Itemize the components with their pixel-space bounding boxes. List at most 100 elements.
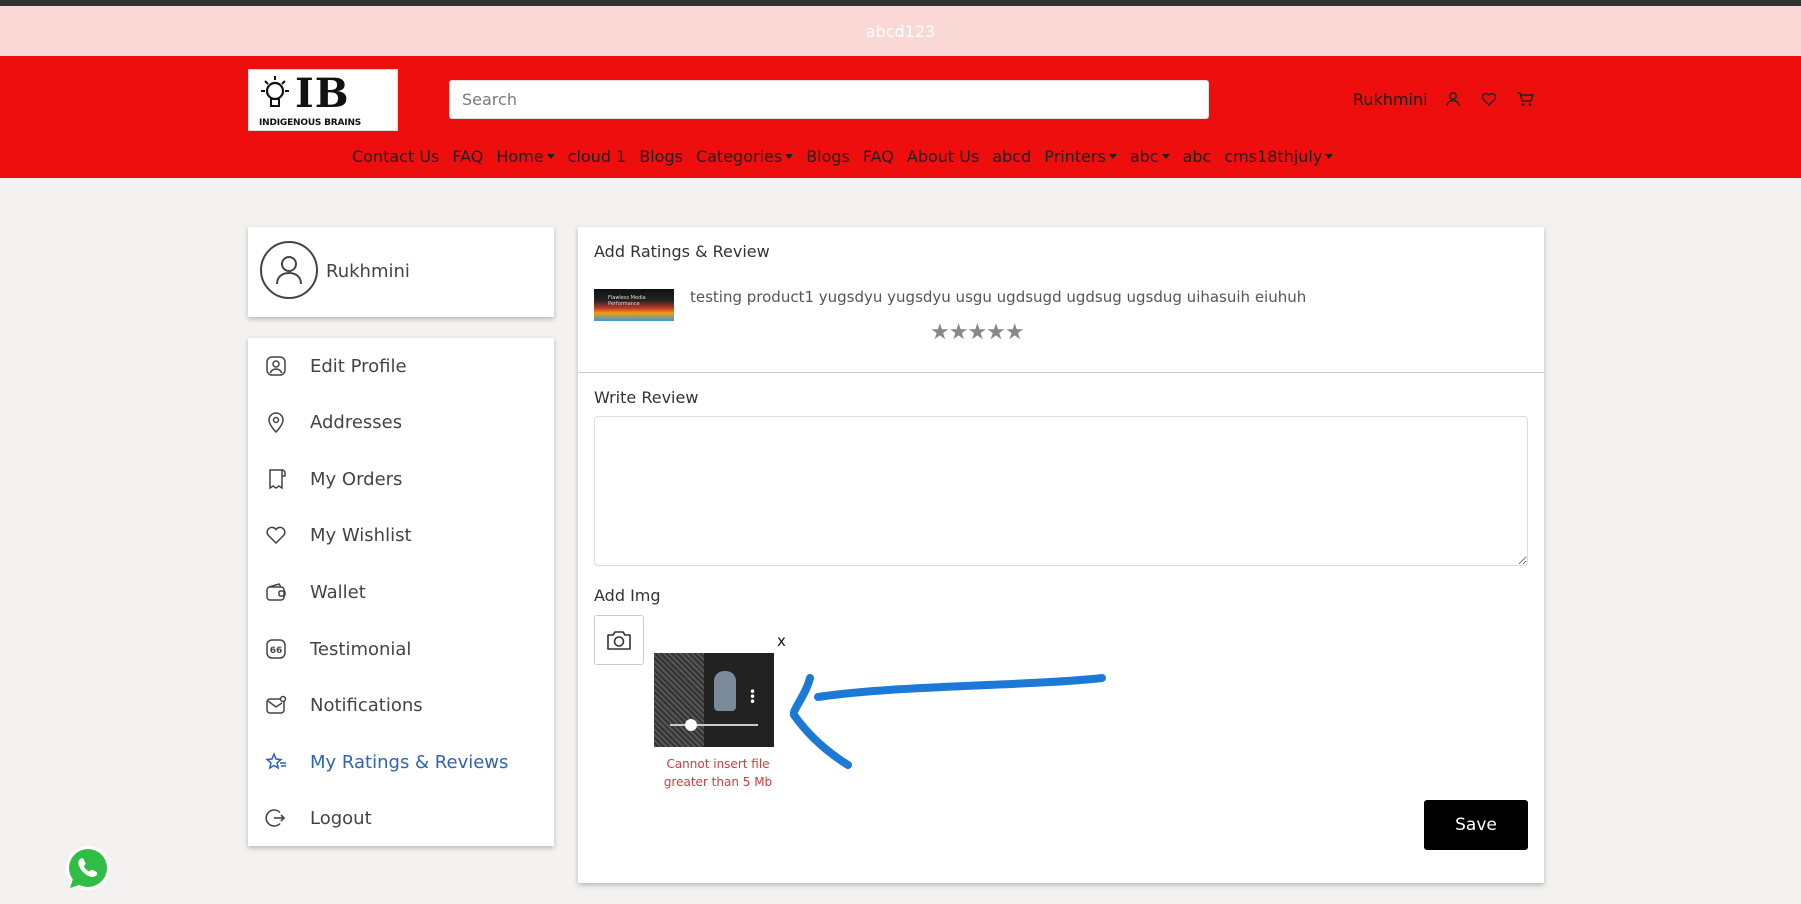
menu-item-my-orders[interactable]: My Orders — [264, 459, 544, 499]
nav-label: Categories — [695, 147, 783, 166]
nav-item-home[interactable]: Home — [496, 147, 555, 166]
nav-label: About Us — [906, 147, 980, 166]
logo-mark: IB — [295, 70, 350, 117]
menu-item-notifications[interactable]: Notifications — [264, 685, 544, 725]
nav-label: abc — [1129, 147, 1159, 166]
nav-item-about-us[interactable]: About Us — [907, 147, 979, 166]
user-icon — [264, 354, 288, 378]
nav-item-blogs[interactable]: Blogs — [806, 147, 850, 166]
write-review-label: Write Review — [594, 388, 699, 407]
mail-icon — [264, 693, 288, 717]
main-nav: Contact Us FAQ Home cloud 1 Blogs Categories B… — [352, 147, 1346, 166]
product-thumbnail: Flawless Media Performance — [594, 289, 674, 321]
preview-slider-knob — [685, 719, 697, 731]
nav-label: cloud 1 — [567, 147, 627, 166]
nav-label: Home — [496, 147, 544, 166]
nav-label: cms18thjuly — [1224, 147, 1323, 166]
avatar — [260, 241, 318, 299]
save-button[interactable]: Save — [1424, 800, 1528, 850]
preview-texture — [654, 653, 704, 747]
receipt-icon — [264, 467, 288, 491]
nav-item-cms18thjuly[interactable]: cms18thjuly — [1224, 147, 1334, 166]
logo-subtitle: INDIGENOUS BRAINS — [259, 118, 362, 128]
menu-label: Testimonial — [310, 638, 412, 660]
user-area: Rukhmini — [1353, 88, 1536, 110]
caret-down-icon — [1108, 154, 1117, 159]
whatsapp-icon[interactable] — [60, 842, 116, 898]
logout-icon — [264, 806, 288, 830]
menu-label: Edit Profile — [310, 355, 407, 377]
nav-item-faq[interactable]: FAQ — [452, 147, 483, 166]
review-textarea[interactable] — [594, 416, 1528, 566]
nav-item-printers[interactable]: Printers — [1044, 147, 1117, 166]
menu-label: Addresses — [310, 411, 403, 433]
menu-label: My Ratings & Reviews — [310, 751, 509, 773]
menu-item-my-wishlist[interactable]: My Wishlist — [264, 515, 544, 555]
menu-item-my-ratings-reviews[interactable]: My Ratings & Reviews — [264, 742, 544, 782]
promo-text: abcd123 — [865, 21, 936, 41]
menu-item-edit-profile[interactable]: Edit Profile — [264, 346, 544, 386]
remove-image-button[interactable]: x — [777, 632, 786, 650]
caret-down-icon — [1161, 154, 1170, 159]
menu-label: My Orders — [310, 468, 403, 490]
nav-label: abcd — [992, 147, 1032, 166]
location-icon — [264, 410, 288, 434]
lightbulb-icon — [261, 76, 289, 107]
wishlist-heart-icon[interactable] — [1478, 88, 1500, 110]
nav-item-blogs[interactable]: Blogs — [639, 147, 683, 166]
preview-figure — [714, 671, 736, 711]
menu-item-wallet[interactable]: Wallet — [264, 572, 544, 612]
product-thumb-text: Flawless Media Performance — [608, 295, 646, 307]
nav-label: Blogs — [806, 147, 850, 166]
promo-bar: abcd123 — [0, 6, 1801, 56]
add-image-button[interactable] — [594, 615, 644, 665]
account-menu: Edit Profile Addresses My Orders My Wish… — [248, 338, 554, 846]
preview-slider — [670, 724, 758, 726]
caret-down-icon — [1325, 154, 1334, 159]
product-name: testing product1 yugsdyu yugsdyu usgu ug… — [690, 288, 1307, 306]
header-username[interactable]: Rukhmini — [1353, 90, 1428, 109]
nav-label: abc — [1182, 147, 1212, 166]
profile-card: Rukhmini — [248, 227, 554, 317]
quote-icon: 66 — [264, 637, 288, 661]
nav-label: FAQ — [452, 147, 484, 166]
section-divider — [578, 372, 1544, 373]
site-header: IB INDIGENOUS BRAINS Rukhmini Contact Us… — [0, 56, 1801, 178]
site-logo[interactable]: IB INDIGENOUS BRAINS — [248, 69, 398, 131]
cart-icon[interactable] — [1514, 88, 1536, 110]
nav-item-abc[interactable]: abc — [1183, 147, 1212, 166]
more-options-icon: • • • — [749, 685, 757, 709]
heart-icon — [264, 523, 288, 547]
nav-item-categories[interactable]: Categories — [695, 147, 794, 166]
nav-label: FAQ — [862, 147, 894, 166]
nav-label: Printers — [1044, 147, 1106, 166]
menu-label: Logout — [310, 807, 372, 829]
star-icon — [264, 750, 288, 774]
caret-down-icon — [546, 154, 555, 159]
menu-label: Notifications — [310, 694, 423, 716]
star-rating[interactable]: ★★★★★ — [930, 320, 1025, 345]
review-title: Add Ratings & Review — [594, 242, 770, 261]
svg-text:66: 66 — [270, 646, 283, 656]
wallet-icon — [264, 580, 288, 604]
caret-down-icon — [785, 154, 794, 159]
nav-item-cloud-1[interactable]: cloud 1 — [568, 147, 627, 166]
add-img-label: Add Img — [594, 586, 661, 605]
profile-name: Rukhmini — [326, 261, 410, 282]
nav-label: Blogs — [639, 147, 683, 166]
user-icon[interactable] — [1442, 88, 1464, 110]
annotation-arrow-icon — [789, 674, 1106, 769]
nav-item-contact-us[interactable]: Contact Us — [352, 147, 439, 166]
menu-item-testimonial[interactable]: 66 Testimonial — [264, 629, 544, 669]
menu-item-logout[interactable]: Logout — [264, 798, 544, 838]
menu-label: My Wishlist — [310, 524, 412, 546]
menu-label: Wallet — [310, 581, 366, 603]
nav-item-abc[interactable]: abc — [1130, 147, 1170, 166]
file-size-error: Cannot insert file greater than 5 Mb — [663, 757, 773, 789]
menu-item-addresses[interactable]: Addresses — [264, 402, 544, 442]
nav-item-abcd[interactable]: abcd — [992, 147, 1031, 166]
uploaded-image-preview: • • • — [654, 653, 774, 747]
nav-label: Contact Us — [352, 147, 440, 166]
search-input[interactable] — [449, 80, 1209, 119]
nav-item-faq[interactable]: FAQ — [863, 147, 894, 166]
